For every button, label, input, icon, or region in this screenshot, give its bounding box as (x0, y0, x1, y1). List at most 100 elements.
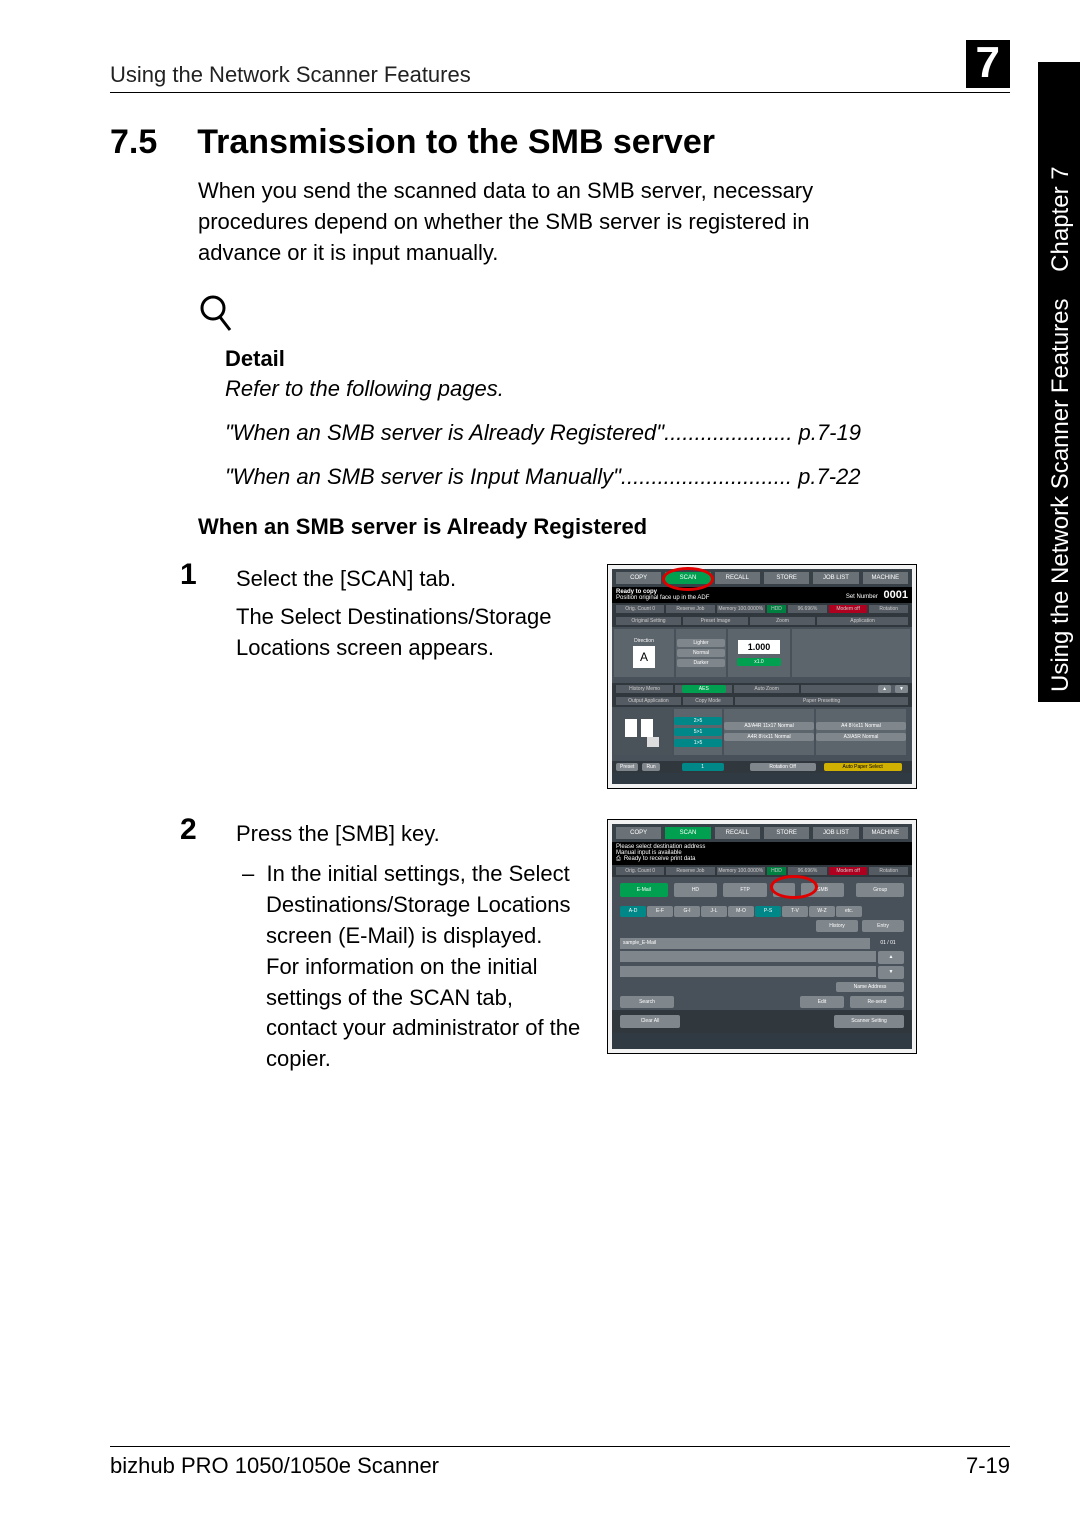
highlight-circle-icon (770, 875, 818, 899)
info-hdd: HDD (767, 605, 786, 613)
down-arrow-button[interactable]: ▼ (895, 685, 908, 693)
zoom-sub-button[interactable]: x1.0 (737, 658, 781, 666)
preset-button[interactable]: Preset (616, 763, 638, 771)
store-tab[interactable]: STORE (764, 827, 809, 839)
section-intro: When you send the scanned data to an SMB… (198, 176, 898, 268)
copy-tab[interactable]: COPY (616, 572, 661, 584)
aes-button[interactable]: AES (682, 685, 726, 693)
list-item[interactable] (620, 966, 876, 977)
paper-3-button[interactable]: A4 8½x11 Normal (816, 722, 906, 730)
letters-wz[interactable]: W-Z (809, 906, 835, 917)
step-number: 2 (180, 815, 210, 845)
clear-all-button[interactable]: Clear All (620, 1015, 680, 1028)
page-footer: bizhub PRO 1050/1050e Scanner 7-19 (110, 1446, 1010, 1479)
step-main-text: Press the [SMB] key. (236, 819, 581, 850)
list-item[interactable] (620, 951, 876, 962)
email-tab-button[interactable]: E-Mail (620, 883, 668, 897)
info-reserve: Reserve Job (666, 867, 714, 875)
machine-tab[interactable]: MACHINE (863, 572, 908, 584)
step-row: 1 Select the [SCAN] tab. The Select Dest… (180, 564, 1010, 789)
normal-button[interactable]: Normal (677, 649, 725, 657)
letters-gi[interactable]: G-I (674, 906, 700, 917)
info-rotation: Rotation (869, 867, 908, 875)
letters-mo[interactable]: M-O (728, 906, 754, 917)
resend-button[interactable]: Re-send (850, 996, 904, 1008)
info-rotation: Rotation (869, 605, 908, 613)
side-tab-chapter: Chapter 7 (1047, 166, 1074, 271)
rotation-button[interactable]: Rotation Off (750, 763, 816, 771)
status-line3: Ready to receive print data (624, 856, 696, 862)
store-tab[interactable]: STORE (764, 572, 809, 584)
footer-page-number: 7-19 (966, 1453, 1010, 1479)
mode-15-button[interactable]: 1>5 (674, 739, 722, 747)
side-tab-label: Using the Network Scanner Features (1047, 298, 1074, 692)
info-orig: Orig. Count 0 (616, 867, 664, 875)
direction-label: Direction (634, 638, 654, 644)
letters-tv[interactable]: T-V (782, 906, 808, 917)
step-number: 1 (180, 560, 210, 590)
qty-button[interactable]: 1 (682, 763, 724, 771)
machine-tab[interactable]: MACHINE (863, 827, 908, 839)
letters-ef[interactable]: E-F (647, 906, 673, 917)
detail-label: Detail (225, 346, 1010, 372)
section-title: Transmission to the SMB server (197, 123, 715, 162)
letters-ad[interactable]: A-D (620, 906, 646, 917)
chapter-number-box: 7 (966, 40, 1010, 88)
edit-button[interactable]: Edit (800, 996, 844, 1008)
joblist-tab[interactable]: JOB LIST (813, 572, 858, 584)
lighter-button[interactable]: Lighter (677, 639, 725, 647)
recall-tab[interactable]: RECALL (715, 827, 760, 839)
entry-button[interactable]: Entry (862, 920, 904, 932)
set-number-label: Set Number (846, 594, 878, 600)
list-down-button[interactable]: ▼ (878, 966, 904, 979)
search-button[interactable]: Search (620, 996, 674, 1008)
letters-ps[interactable]: P-S (755, 906, 781, 917)
info-hdd-pct: 96.696% (788, 867, 827, 875)
name-address-button[interactable]: Name Address (836, 982, 904, 992)
info-memory: Memory 100.0000% (717, 605, 765, 613)
run-button[interactable]: Run (642, 763, 659, 771)
step-main-text: Select the [SCAN] tab. (236, 564, 581, 595)
history-button[interactable]: History (816, 920, 858, 932)
step-row: 2 Press the [SMB] key. – In the initial … (180, 819, 1010, 1075)
info-memory: Memory 100.0000% (717, 867, 765, 875)
direction-value: A (633, 646, 655, 668)
letters-jl[interactable]: J-L (701, 906, 727, 917)
mode-25-button[interactable]: 2>5 (674, 717, 722, 725)
detail-line-1: "When an SMB server is Already Registere… (225, 420, 1010, 446)
header-title: Using the Network Scanner Features (110, 62, 471, 88)
output-icon (623, 715, 663, 749)
col-application: Application (817, 617, 908, 625)
scanner-setting-button[interactable]: Scanner Setting (834, 1015, 904, 1028)
copy-tab[interactable]: COPY (616, 827, 661, 839)
up-arrow-button[interactable]: ▲ (878, 685, 891, 693)
col-original: Original Setting (616, 617, 681, 625)
darker-button[interactable]: Darker (677, 659, 725, 667)
magnifier-icon (198, 293, 1010, 338)
page-count: 01 / 01 (872, 940, 904, 946)
info-modem: Modem off (829, 605, 868, 613)
info-reserve: Reserve Job (666, 605, 714, 613)
group-tab-button[interactable]: Group (856, 883, 904, 897)
paper-4-button[interactable]: A3/A5R Normal (816, 733, 906, 741)
auto-zoom: Auto Zoom (734, 685, 798, 693)
set-number-value: 0001 (884, 589, 908, 601)
dash-icon: – (242, 861, 254, 886)
info-orig: Orig. Count 0 (616, 605, 664, 613)
status-sub: Position original face up in the ADF (616, 595, 709, 601)
scan-tab[interactable]: SCAN (665, 827, 710, 839)
joblist-tab[interactable]: JOB LIST (813, 827, 858, 839)
auto-paper-button[interactable]: Auto Paper Select (824, 763, 902, 771)
mode-51-button[interactable]: 5>1 (674, 728, 722, 736)
paper-1-button[interactable]: A3/A4R 11x17 Normal (724, 722, 814, 730)
info-modem: Modem off (829, 867, 868, 875)
recall-tab[interactable]: RECALL (715, 572, 760, 584)
copy-mode: Copy Mode (683, 697, 733, 705)
ftp-tab-button[interactable]: FTP (723, 883, 767, 897)
hd-tab-button[interactable]: HD (674, 883, 718, 897)
detail-refer: Refer to the following pages. (225, 376, 1010, 402)
list-item[interactable]: sample_E-Mail (620, 938, 870, 949)
letters-etc[interactable]: etc. (836, 906, 862, 917)
list-up-button[interactable]: ▲ (878, 951, 904, 964)
paper-2-button[interactable]: A4R 8½x11 Normal (724, 733, 814, 741)
